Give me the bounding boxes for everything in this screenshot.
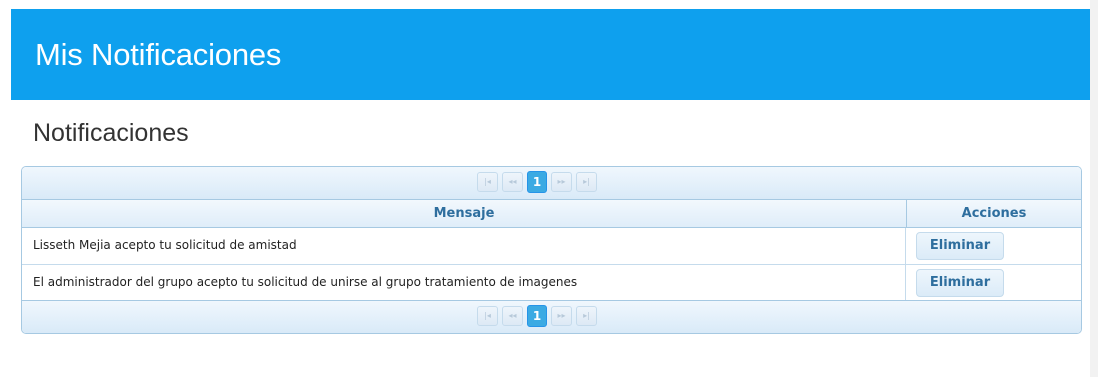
last-page-icon[interactable]: ▸| — [576, 306, 597, 326]
next-page-icon[interactable]: ▸▸ — [551, 306, 572, 326]
scrollbar-gutter — [1090, 0, 1098, 377]
last-page-icon[interactable]: ▸| — [576, 172, 597, 192]
delete-button[interactable]: Eliminar — [916, 232, 1004, 260]
section-title: Notificaciones — [33, 119, 189, 147]
page-title: Mis Notificaciones — [35, 37, 282, 72]
notifications-table: |◂ ◂◂ 1 ▸▸ ▸| Mensaje Acciones Lisseth M… — [21, 166, 1082, 334]
previous-page-icon[interactable]: ◂◂ — [502, 172, 523, 192]
column-header-mensaje: Mensaje — [22, 200, 907, 227]
actions-cell: Eliminar — [907, 228, 1081, 264]
paginator-bottom: |◂ ◂◂ 1 ▸▸ ▸| — [22, 300, 1081, 333]
paginator-controls: |◂ ◂◂ 1 ▸▸ ▸| — [477, 171, 597, 194]
first-page-icon[interactable]: |◂ — [477, 172, 498, 192]
column-header-acciones: Acciones — [961, 206, 1027, 221]
first-page-icon[interactable]: |◂ — [477, 306, 498, 326]
page-header: Mis Notificaciones — [11, 9, 1090, 100]
message-cell: Lisseth Mejia acepto tu solicitud de ami… — [22, 228, 906, 264]
page-number-button[interactable]: 1 — [527, 305, 547, 327]
table-header: Mensaje Acciones — [22, 200, 1081, 228]
previous-page-icon[interactable]: ◂◂ — [502, 306, 523, 326]
table-row: El administrador del grupo acepto tu sol… — [22, 265, 1081, 302]
paginator-controls: |◂ ◂◂ 1 ▸▸ ▸| — [477, 305, 597, 328]
next-page-icon[interactable]: ▸▸ — [551, 172, 572, 192]
paginator-top: |◂ ◂◂ 1 ▸▸ ▸| — [22, 167, 1081, 200]
actions-cell: Eliminar — [907, 265, 1081, 301]
page-number-button[interactable]: 1 — [527, 171, 547, 193]
message-cell: El administrador del grupo acepto tu sol… — [22, 265, 906, 301]
delete-button[interactable]: Eliminar — [916, 269, 1004, 297]
table-row: Lisseth Mejia acepto tu solicitud de ami… — [22, 228, 1081, 265]
